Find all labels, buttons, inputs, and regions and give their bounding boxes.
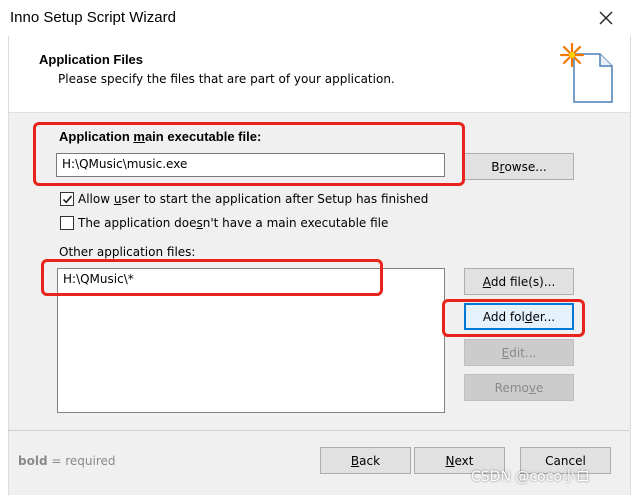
page-subtitle: Please specify the files that are part o… [58,72,395,86]
allow-start-label[interactable]: Allow user to start the application afte… [78,192,428,206]
annotation-box-other-files [41,259,383,296]
remove-button[interactable]: Remo v e [464,374,574,401]
back-button[interactable]: Back [320,447,411,474]
edit-button[interactable]: Edit... [464,339,574,366]
annotation-box-main-exe [33,122,465,186]
add-files-button[interactable]: Add file(s)... [464,268,574,295]
wizard-document-icon [558,42,616,104]
required-hint: bold = required [18,454,116,468]
no-main-exe-label[interactable]: The application doesn't have a main exec… [78,216,388,230]
close-icon [599,11,613,25]
allow-start-checkbox[interactable] [60,192,74,206]
checkmark-icon [62,194,72,203]
annotation-box-add-folder [442,299,585,337]
page-title: Application Files [39,52,144,67]
no-main-exe-checkbox[interactable] [60,216,74,230]
csdn-watermark: CSDN @coco小白 [471,469,590,485]
browse-button[interactable]: Br owse... [464,153,574,180]
close-button[interactable] [592,6,620,30]
window-title: Inno Setup Script Wizard [10,9,176,26]
other-files-label: Other application files: [59,245,196,259]
